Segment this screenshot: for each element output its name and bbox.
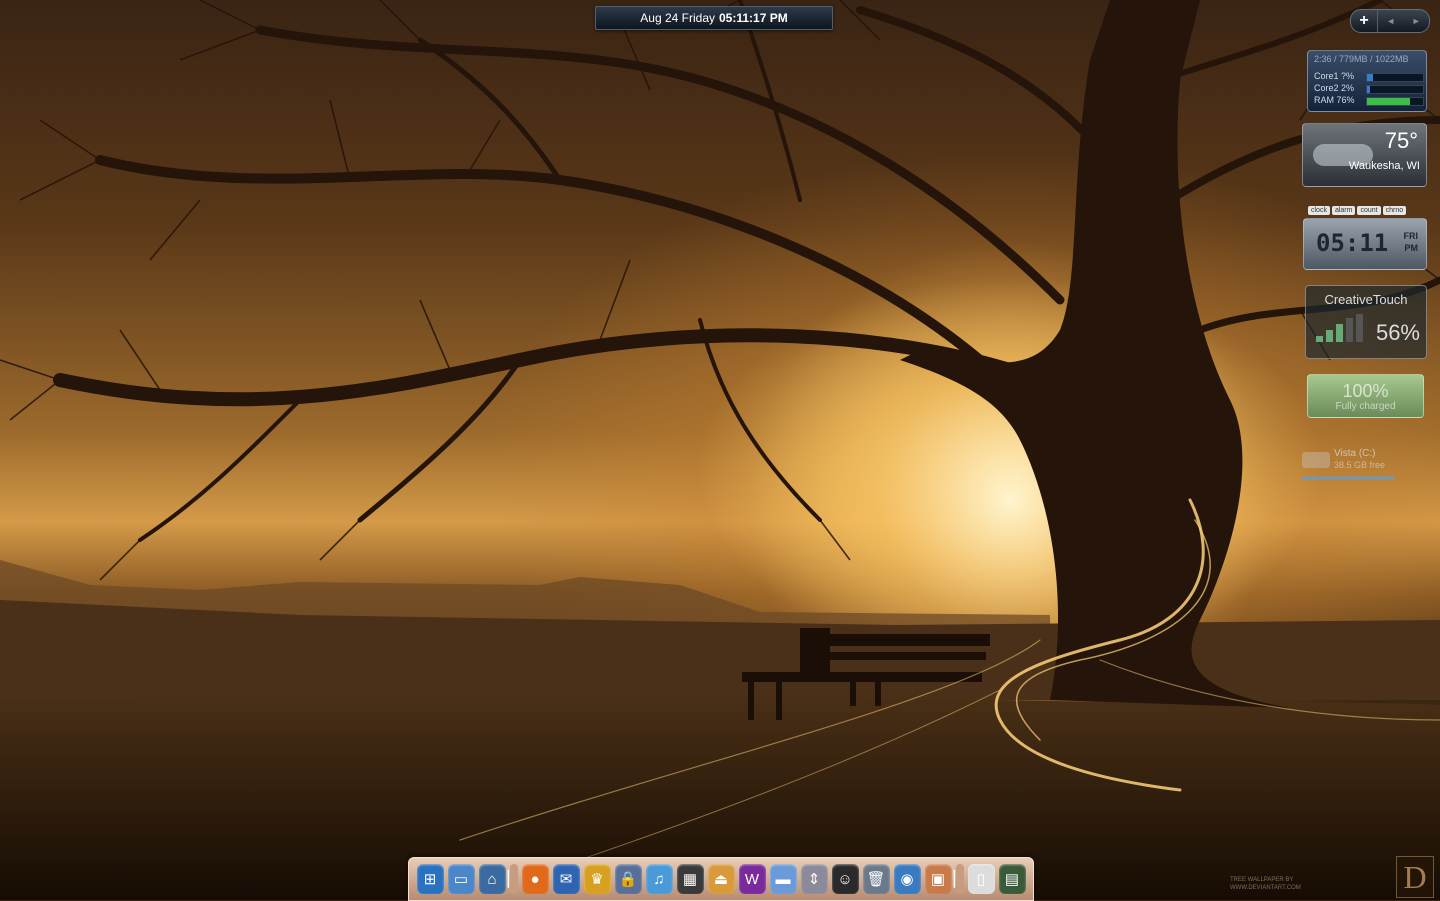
cpu-bar-core1 [1366,73,1424,82]
top-clock-bar[interactable]: Aug 24 Friday 05:11:17 PM [595,6,833,30]
battery-percent: 100% [1342,381,1389,401]
next-page-icon[interactable]: ► [1412,16,1421,26]
clock-tabs: clock alarm count chrno [1308,206,1407,215]
clock-day: FRI [1403,231,1419,241]
dock-word-icon[interactable]: W [738,864,766,894]
dock-lock-icon[interactable]: 🔒 [614,864,642,894]
dock-firefox-icon[interactable]: ● [521,864,549,894]
add-gadget-button[interactable]: + [1351,10,1378,32]
dock-eject-icon[interactable]: ⏏ [707,864,735,894]
drive-name: Vista (C:) [1334,448,1376,459]
battery-status: Fully charged [1335,401,1396,412]
dock: ⊞ ▭ ⌂ ▏ ● ✉ ♛ 🔒 ♫ ▦ ⏏ W ▬ ⇕ ☺ 🗑 ◉ ▣ ▏ ▯ ▤ [408,857,1034,901]
digital-clock-gadget[interactable]: 05:11 FRI PM [1303,218,1427,270]
drive-usage-bar [1302,476,1394,480]
dock-photo-icon[interactable]: ▤ [998,864,1026,894]
dock-separator2-icon: ▏ [954,864,965,894]
dock-windows-start-icon[interactable]: ⊞ [416,864,444,894]
dock-folder-icon[interactable]: ▬ [769,864,797,894]
cpu-bar-core2 [1366,85,1424,94]
signal-bars-icon [1316,314,1363,342]
cpu-meter-gadget[interactable]: 2:36 / 779MB / 1022MB Core1 ?% Core2 2% … [1307,50,1427,112]
deviantart-logo: D [1396,856,1434,898]
dock-network-icon[interactable]: ⌂ [478,864,506,894]
wallpaper-sunset-tree [0,0,1440,900]
wallpaper-credit: TREE WALLPAPER BY WWW.DEVIANTART.COM [1230,877,1301,891]
tab-chrono[interactable]: chrno [1382,206,1407,215]
creativetouch-gadget[interactable]: CreativeTouch 56% [1305,285,1427,359]
clock-day-ampm: FRI PM [1404,230,1419,254]
dock-user-icon[interactable]: ☺ [831,864,859,894]
weather-temperature: 75° [1384,128,1418,153]
weather-city: Waukesha, WI [1348,160,1420,172]
dock-remote-icon[interactable]: ▯ [967,864,995,894]
dock-arrows-icon[interactable]: ⇕ [800,864,828,894]
cpu-row-core2: Core2 2% [1314,83,1355,93]
creativetouch-name: CreativeTouch [1324,292,1408,307]
creativetouch-percent: 56% [1375,320,1420,345]
clock-ampm: PM [1404,243,1419,253]
drive-icon [1302,452,1330,468]
dock-thunderbird-icon[interactable]: ✉ [552,864,580,894]
dock-recycle-bin-icon[interactable]: 🗑 [862,864,890,894]
cpu-meter-header: 2:36 / 779MB / 1022MB [1314,54,1409,64]
weather-gadget[interactable]: 75° Waukesha, WI [1302,123,1427,187]
battery-gadget[interactable]: 100% Fully charged [1307,374,1424,418]
dock-itunes-icon[interactable]: ♫ [645,864,673,894]
top-clock-date: Aug 24 Friday [640,11,715,25]
cpu-row-ram: RAM 76% [1314,95,1355,105]
dock-globe-icon[interactable]: ◉ [893,864,921,894]
prev-page-icon[interactable]: ◄ [1386,16,1395,26]
sidebar-controls: + ◄ ► [1350,9,1430,33]
dock-separator-icon: ▏ [508,864,519,894]
top-clock-time: 05:11:17 PM [719,11,788,25]
cpu-row-core1: Core1 ?% [1314,71,1355,81]
clock-time: 05:11 [1316,229,1389,257]
tab-clock[interactable]: clock [1308,206,1330,215]
tab-count[interactable]: count [1357,206,1381,215]
cpu-bar-ram [1366,97,1424,106]
dock-my-computer-icon[interactable]: ▭ [447,864,475,894]
tab-alarm[interactable]: alarm [1331,206,1356,215]
dock-package-icon[interactable]: ▣ [924,864,952,894]
dock-puzzle-icon[interactable]: ▦ [676,864,704,894]
drive-free-space: 38.5 GB free [1334,460,1386,470]
drive-gadget[interactable]: Vista (C:) 38.5 GB free [1300,448,1400,484]
dock-crown-icon[interactable]: ♛ [583,864,611,894]
